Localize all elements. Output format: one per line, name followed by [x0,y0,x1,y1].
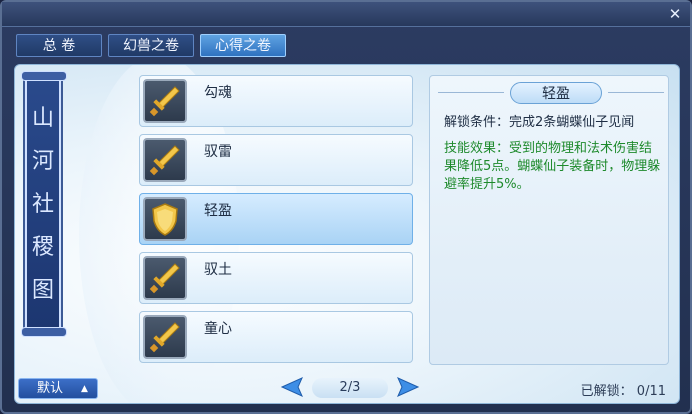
title-divider-left [438,92,504,93]
title-divider-right [608,92,664,93]
title-bar: ✕ [2,2,690,27]
next-page-button[interactable] [394,376,420,398]
arrow-right-icon [397,377,420,397]
skill-detail-panel: 轻盈 解锁条件：完成2条蝴蝶仙子见闻 技能效果：受到的物理和法术伤害结果降低5点… [429,75,669,365]
skill-effect: 技能效果：受到的物理和法术伤害结果降低5点。蝴蝶仙子装备时，物理躲避率提升5%。 [444,141,661,192]
detail-title: 轻盈 [510,82,602,104]
skill-name: 驭土 [204,262,232,278]
scroll-banner-text: 山河社稷图 [27,97,59,312]
sword-icon [143,256,187,300]
scroll-banner-char: 社 [31,192,54,217]
content-panel: 山河社稷图 勾魂 驭雷 轻盈 驭土 童心 轻盈 解锁条件：完成2条蝴蝶仙子见闻 … [14,64,680,404]
arrow-left-icon [280,377,303,397]
caret-up-icon: ▲ [81,384,88,394]
skill-name: 轻盈 [204,203,232,219]
scroll-top-cap [21,71,67,81]
scroll-banner-char: 山 [31,106,54,131]
skill-row[interactable]: 勾魂 [139,75,413,127]
sword-icon [143,79,187,123]
detail-body: 解锁条件：完成2条蝴蝶仙子见闻 技能效果：受到的物理和法术伤害结果降低5点。蝴蝶… [444,114,662,194]
tab-beast-scroll[interactable]: 幻兽之卷 [108,34,194,57]
scroll-banner: 山河社稷图 [21,71,67,337]
skill-name: 驭雷 [204,144,232,160]
tab-overview[interactable]: 总 卷 [16,34,102,57]
scroll-banner-char: 稷 [31,235,54,260]
skill-row[interactable]: 驭雷 [139,134,413,186]
sword-icon [143,315,187,359]
skill-name: 童心 [204,321,232,337]
unlocked-count: 已解锁： 0/11 [580,384,666,399]
skill-row[interactable]: 驭土 [139,252,413,304]
close-button[interactable]: ✕ [666,5,684,23]
skill-row[interactable]: 童心 [139,311,413,363]
skill-name: 勾魂 [204,85,232,101]
page-indicator: 2/3 [312,378,388,398]
default-label: 默认 [37,381,64,396]
dialog-window: ✕ 总 卷 幻兽之卷 心得之卷 山河社稷图 勾魂 驭雷 轻盈 驭土 童心 轻盈 … [0,0,692,414]
sword-icon [143,138,187,182]
scroll-banner-char: 图 [31,278,54,303]
shield-icon [143,197,187,241]
skill-row-selected[interactable]: 轻盈 [139,193,413,245]
unlock-condition: 解锁条件：完成2条蝴蝶仙子见闻 [444,115,635,130]
tab-insight-scroll[interactable]: 心得之卷 [200,34,286,57]
prev-page-button[interactable] [280,376,306,398]
scroll-banner-char: 河 [31,149,54,174]
scroll-bottom-cap [21,327,67,337]
default-dropdown-button[interactable]: 默认 ▲ [18,378,98,399]
